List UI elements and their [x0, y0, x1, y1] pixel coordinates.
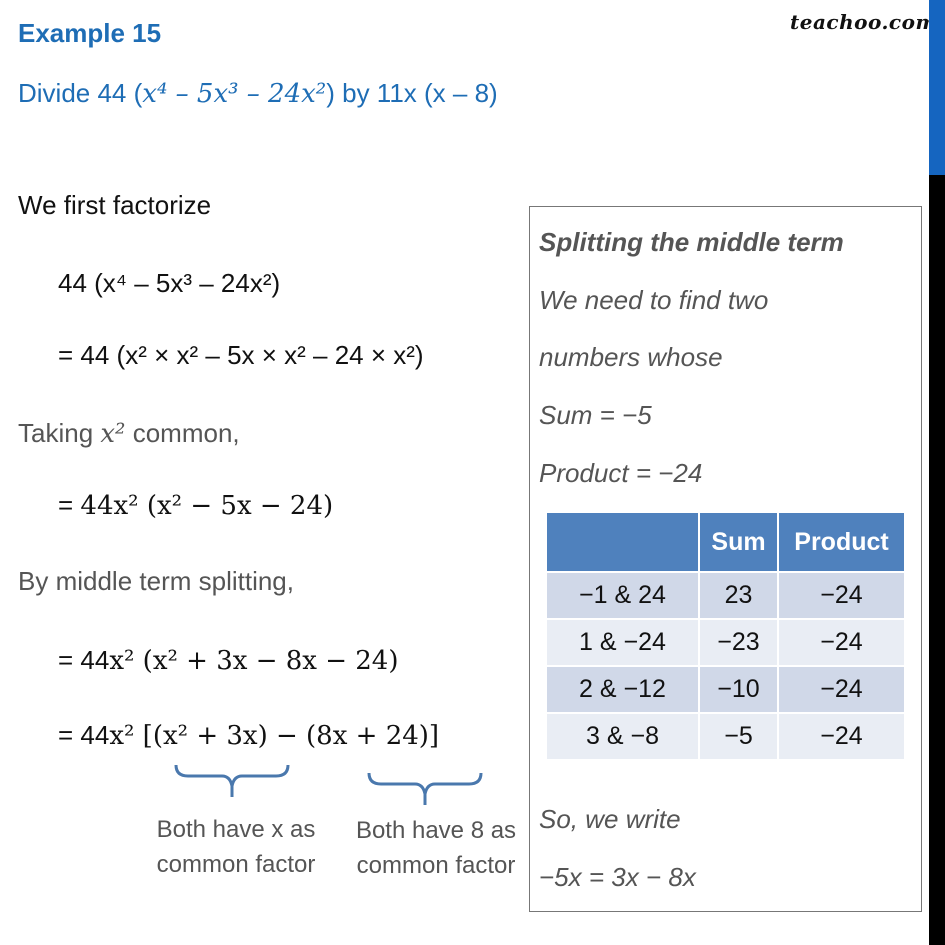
taking-suffix: common, — [125, 418, 240, 448]
step-3-prefix: = — [58, 490, 81, 520]
sidebox-conclusion-1: So, we write — [539, 804, 681, 834]
taking-common-text: Taking x² common, — [18, 418, 240, 449]
step-1: 44 (x⁴ – 5x³ – 24x²) — [58, 268, 281, 298]
table-cell-pair: 3 & −8 — [547, 714, 698, 759]
step-3-math: 44x² (x² − 5x − 24) — [80, 491, 334, 521]
brace-left-icon — [174, 764, 290, 797]
taking-prefix: Taking — [18, 418, 101, 448]
table-cell-product: −24 — [779, 573, 904, 618]
table-cell-product: −24 — [779, 714, 904, 759]
step-5-math: x² [(x² + 3x) − (8x + 24)] — [109, 721, 440, 751]
step-4: = 44x² (x² + 3x − 8x − 24) — [58, 645, 399, 676]
splitting-sidebox: Splitting the middle term We need to fin… — [529, 206, 922, 912]
teachoo-logo[interactable]: teachoo.com — [790, 10, 937, 34]
table-cell-sum: 23 — [700, 573, 777, 618]
table-row: 3 & −8 −5 −24 — [547, 714, 904, 759]
step-4-prefix: = 44 — [58, 645, 110, 675]
sidebox-title: Splitting the middle term — [539, 227, 844, 257]
brace-right-icon — [367, 772, 483, 805]
table-cell-sum: −5 — [700, 714, 777, 759]
step-4-math: x² (x² + 3x − 8x − 24) — [109, 646, 399, 676]
example-title: Example 15 — [18, 18, 162, 48]
taking-math: x² — [100, 419, 126, 449]
intro-text: We first factorize — [18, 190, 212, 220]
table-row: −1 & 24 23 −24 — [547, 573, 904, 618]
sidebox-sum: Sum = −5 — [539, 400, 652, 430]
table-header-product: Product — [779, 513, 904, 571]
table-row: 2 & −12 −10 −24 — [547, 667, 904, 712]
note-right: Both have 8 as common factor — [355, 817, 517, 879]
table-cell-sum: −23 — [700, 620, 777, 665]
step-5: = 44x² [(x² + 3x) − (8x + 24)] — [58, 720, 439, 751]
table-row: 1 & −24 −23 −24 — [547, 620, 904, 665]
sidebox-line-1: We need to find two — [539, 285, 769, 315]
note-left: Both have x as common factor — [156, 816, 316, 878]
sidebox-product: Product = −24 — [539, 458, 703, 488]
table-cell-product: −24 — [779, 667, 904, 712]
question-prefix: Divide 44 ( — [18, 78, 143, 108]
sidebox-conclusion-2: −5x = 3x − 8x — [539, 862, 696, 892]
question-math: x⁴ – 5x³ – 24x² — [142, 79, 327, 109]
scrollbar-thumb[interactable] — [929, 0, 945, 175]
step-3: = 44x² (x² − 5x − 24) — [58, 490, 333, 521]
question-suffix: ) by 11x (x – 8) — [326, 78, 498, 108]
table-header-sum: Sum — [700, 513, 777, 571]
step-2: = 44 (x² × x² – 5x × x² – 24 × x²) — [58, 340, 424, 370]
step-5-prefix: = 44 — [58, 720, 110, 750]
question: Divide 44 (x⁴ – 5x³ – 24x²) by 11x (x – … — [18, 78, 498, 109]
table-cell-sum: −10 — [700, 667, 777, 712]
table-cell-pair: −1 & 24 — [547, 573, 698, 618]
sum-product-table: Sum Product −1 & 24 23 −24 1 & −24 −23 −… — [545, 511, 906, 761]
sidebox-line-2: numbers whose — [539, 342, 723, 372]
table-cell-product: −24 — [779, 620, 904, 665]
table-cell-pair: 2 & −12 — [547, 667, 698, 712]
table-cell-pair: 1 & −24 — [547, 620, 698, 665]
middle-term-label: By middle term splitting, — [18, 566, 294, 596]
table-header-row: Sum Product — [547, 513, 904, 571]
table-header-cell — [547, 513, 698, 571]
